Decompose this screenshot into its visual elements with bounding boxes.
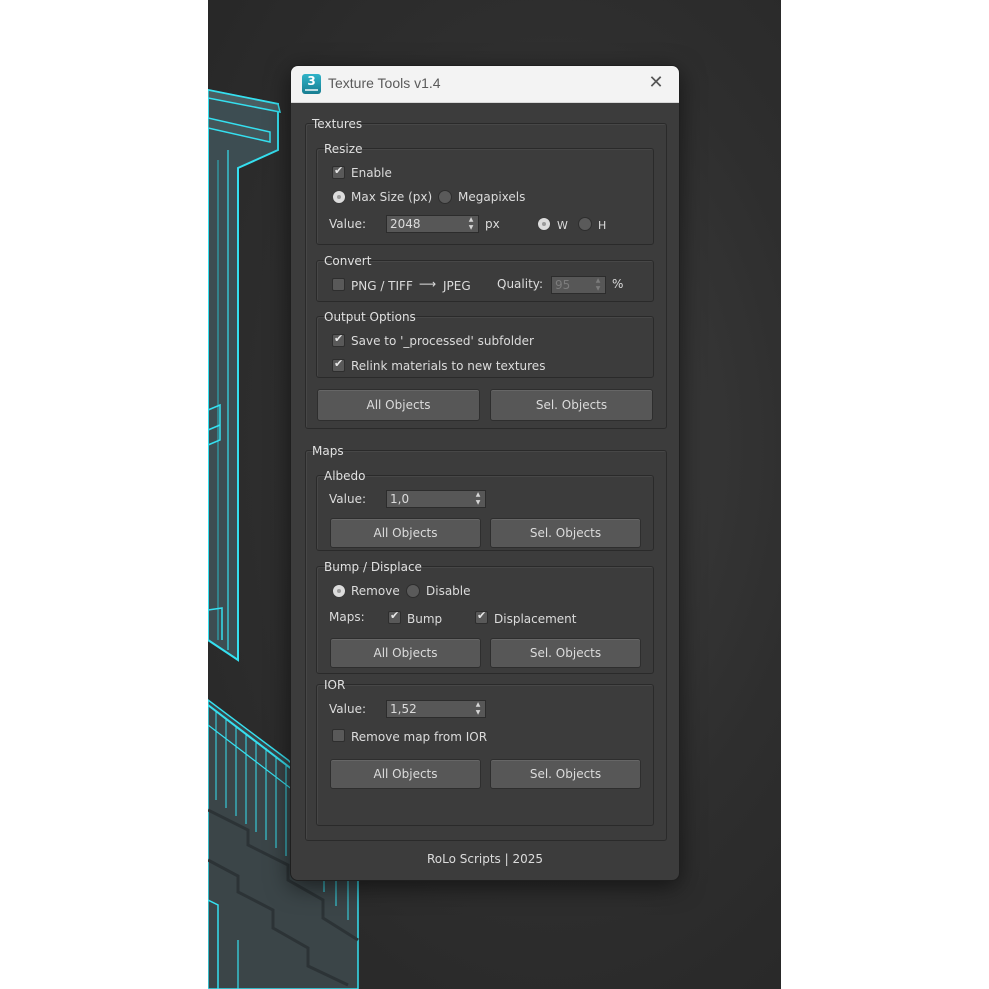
remove-map-ior-checkbox[interactable]: [332, 729, 345, 742]
resize-value: 2048: [390, 217, 421, 231]
albedo-value-label: Value:: [329, 492, 366, 506]
save-processed-label: Save to '_processed' subfolder: [351, 334, 534, 348]
textures-group-label: Textures: [312, 117, 363, 131]
save-processed-checkbox[interactable]: [332, 332, 345, 347]
convert-checkbox[interactable]: [332, 278, 345, 291]
close-icon[interactable]: ✕: [647, 74, 665, 92]
resize-value-spinner[interactable]: 2048 ▲ ▼: [386, 215, 479, 233]
width-label: W: [557, 219, 568, 232]
spinner-arrows-icon[interactable]: ▲ ▼: [467, 216, 475, 232]
bump-checkbox-label: Bump: [407, 612, 443, 626]
bump-disable-radio[interactable]: [406, 584, 420, 598]
max-size-label: Max Size (px): [351, 190, 433, 204]
quality-value: 95: [555, 278, 571, 292]
png-tiff-label: PNG / TIFF: [351, 279, 413, 293]
bump-remove-radio[interactable]: [332, 584, 346, 598]
bump-remove-label: Remove: [351, 584, 400, 598]
convert-arrow-icon: ⟶: [419, 277, 437, 291]
3dsmax-app-icon: 3: [302, 74, 321, 94]
displacement-checkbox[interactable]: [475, 609, 488, 624]
remove-map-ior-label: Remove map from IOR: [351, 730, 488, 744]
albedo-all-objects-button[interactable]: All Objects: [330, 518, 481, 548]
ior-sel-objects-button[interactable]: Sel. Objects: [490, 759, 641, 789]
textures-all-objects-button[interactable]: All Objects: [317, 389, 480, 421]
relink-materials-checkbox[interactable]: [332, 357, 345, 372]
resize-group-label: Resize: [324, 142, 363, 156]
albedo-group-label: Albedo: [324, 469, 366, 483]
output-options-group-label: Output Options: [324, 310, 416, 324]
bump-maps-label: Maps:: [329, 610, 365, 624]
textures-sel-objects-button[interactable]: Sel. Objects: [490, 389, 653, 421]
ior-group-label: IOR: [324, 678, 346, 692]
jpeg-label: JPEG: [443, 279, 471, 293]
footer-credits: RoLo Scripts | 2025: [426, 852, 544, 866]
resize-unit-label: px: [485, 217, 500, 231]
spinner-arrows-icon[interactable]: ▲ ▼: [594, 277, 602, 293]
ior-value-label: Value:: [329, 702, 366, 716]
convert-group-label: Convert: [324, 254, 372, 268]
ior-all-objects-button[interactable]: All Objects: [330, 759, 481, 789]
spinner-arrows-icon[interactable]: ▲ ▼: [474, 701, 482, 717]
quality-percent-label: %: [612, 277, 624, 291]
quality-label: Quality:: [497, 277, 544, 291]
albedo-value: 1,0: [390, 492, 410, 506]
bump-disable-label: Disable: [426, 584, 471, 598]
enable-checkbox[interactable]: [332, 164, 345, 179]
enable-label: Enable: [351, 166, 392, 180]
albedo-value-spinner[interactable]: 1,0 ▲ ▼: [386, 490, 486, 508]
resize-value-label: Value:: [329, 217, 366, 231]
height-label: H: [598, 219, 607, 232]
spinner-arrows-icon[interactable]: ▲ ▼: [474, 491, 482, 507]
bump-displace-group-label: Bump / Displace: [324, 560, 422, 574]
bump-all-objects-button[interactable]: All Objects: [330, 638, 481, 668]
window-title: Texture Tools v1.4: [328, 75, 441, 91]
height-radio[interactable]: [578, 217, 592, 231]
albedo-sel-objects-button[interactable]: Sel. Objects: [490, 518, 641, 548]
bump-sel-objects-button[interactable]: Sel. Objects: [490, 638, 641, 668]
ior-value: 1,52: [390, 702, 417, 716]
megapixels-radio[interactable]: [438, 190, 452, 204]
quality-spinner[interactable]: 95 ▲ ▼: [551, 276, 606, 294]
ior-value-spinner[interactable]: 1,52 ▲ ▼: [386, 700, 486, 718]
displacement-checkbox-label: Displacement: [494, 612, 577, 626]
maps-group-label: Maps: [312, 444, 344, 458]
bump-checkbox[interactable]: [388, 609, 401, 624]
megapixels-label: Megapixels: [458, 190, 526, 204]
relink-materials-label: Relink materials to new textures: [351, 359, 546, 373]
texture-tools-window[interactable]: 3 Texture Tools v1.4 ✕ Textures Resize E…: [290, 65, 680, 881]
width-radio[interactable]: [537, 217, 551, 231]
max-size-radio[interactable]: [332, 190, 346, 204]
title-bar[interactable]: 3 Texture Tools v1.4 ✕: [291, 66, 679, 103]
